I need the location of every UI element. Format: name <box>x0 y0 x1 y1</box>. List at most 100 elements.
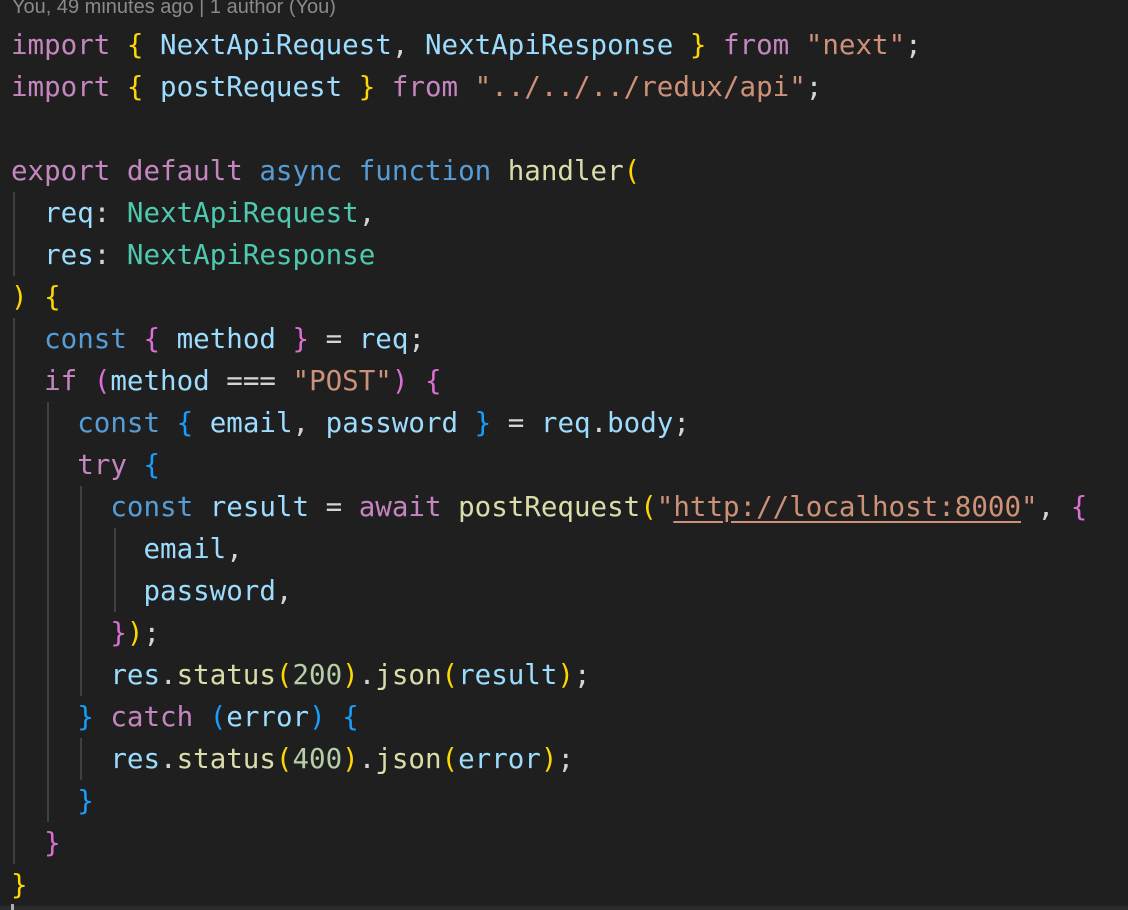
code-line[interactable]: const { method } = req; <box>11 318 1128 360</box>
indent-guide <box>13 822 15 864</box>
code-token: , <box>292 407 326 439</box>
code-token: export <box>11 155 111 187</box>
code-token: password <box>325 407 459 439</box>
code-token: await <box>358 491 442 523</box>
code-token: error <box>226 701 310 733</box>
code-token: 400 <box>292 743 343 775</box>
indent-guide <box>46 612 49 654</box>
code-token: ( <box>209 701 227 733</box>
indent-guide <box>80 612 82 654</box>
code-token: req <box>44 197 94 229</box>
git-blame-lens[interactable]: You, 49 minutes ago | 1 author (You) <box>12 0 336 20</box>
code-token: ; <box>805 71 823 103</box>
code-line[interactable]: }); <box>11 612 1128 654</box>
code-token: res <box>110 659 161 691</box>
code-line[interactable]: const result = await postRequest("http:/… <box>11 486 1128 528</box>
code-token: } <box>11 869 28 901</box>
code-line[interactable]: import { NextApiRequest, NextApiResponse… <box>11 24 1128 66</box>
code-token: } <box>77 785 94 817</box>
indent-guide <box>46 570 49 612</box>
code-line[interactable]: } catch (error) { <box>11 696 1128 738</box>
code-token: } <box>44 827 61 859</box>
code-token: ; <box>673 407 690 439</box>
code-line[interactable] <box>11 108 1128 150</box>
code-line[interactable]: password, <box>11 570 1128 612</box>
code-line[interactable]: } <box>11 822 1128 864</box>
indent-guide <box>46 696 49 738</box>
code-token: " <box>1021 491 1038 523</box>
code-token: NextApiResponse <box>424 29 674 61</box>
code-token: ; <box>573 659 591 691</box>
code-line[interactable]: const { email, password } = req.body; <box>11 402 1128 444</box>
code-token: result <box>209 491 310 523</box>
code-token: { <box>424 365 442 397</box>
code-token: . <box>160 743 177 775</box>
code-line[interactable]: res.status(200).json(result); <box>11 654 1128 696</box>
code-token: async <box>259 155 343 187</box>
code-token: default <box>126 155 243 187</box>
code-line[interactable]: export default async function handler( <box>11 150 1128 192</box>
code-token: . <box>590 407 608 439</box>
code-line[interactable]: } <box>11 780 1128 822</box>
code-line[interactable]: req: NextApiRequest, <box>11 192 1128 234</box>
code-token: { <box>44 281 61 313</box>
code-token: : <box>93 197 127 229</box>
code-line[interactable]: if (method === "POST") { <box>11 360 1128 402</box>
code-token: ( <box>623 155 641 187</box>
code-line[interactable]: } <box>11 864 1128 906</box>
code-token: = <box>309 491 359 523</box>
code-token: const <box>110 491 194 523</box>
indent-guide <box>13 486 15 528</box>
code-token: ; <box>143 617 161 649</box>
code-token: , <box>1037 491 1071 523</box>
code-line[interactable]: email, <box>11 528 1128 570</box>
indent-guide <box>80 486 82 528</box>
code-token: "next" <box>805 29 906 61</box>
code-line[interactable]: res: NextApiResponse <box>11 234 1128 276</box>
code-token[interactable]: http://localhost:8000 <box>673 491 1021 523</box>
code-token: { <box>126 71 144 103</box>
indent-guide <box>13 192 15 234</box>
code-token: ) <box>309 701 326 733</box>
indent-guide <box>46 780 49 822</box>
code-line[interactable]: ) { <box>11 276 1128 318</box>
code-token: if <box>44 365 78 397</box>
code-token: from <box>723 29 790 61</box>
code-token: . <box>358 659 376 691</box>
code-token: req <box>540 407 591 439</box>
code-token: === <box>209 365 293 397</box>
code-token: error <box>458 743 541 775</box>
code-token: json <box>375 743 442 775</box>
code-token: status <box>176 659 276 691</box>
code-editor[interactable]: You, 49 minutes ago | 1 author (You) imp… <box>0 0 1128 910</box>
indent-guide <box>113 528 116 570</box>
code-token: ; <box>557 743 574 775</box>
code-line[interactable]: try { <box>11 444 1128 486</box>
indent-guide <box>13 696 15 738</box>
code-token: NextApiRequest <box>160 29 392 61</box>
indent-guide <box>13 444 15 486</box>
code-line[interactable]: import { postRequest } from "../../../re… <box>11 66 1128 108</box>
code-token: ; <box>905 29 922 61</box>
code-line[interactable]: res.status(400).json(error); <box>11 738 1128 780</box>
code-token: ) <box>126 617 144 649</box>
indent-guide <box>13 234 15 276</box>
code-token: " <box>656 491 674 523</box>
code-token: status <box>176 743 276 775</box>
code-token: ) <box>342 743 359 775</box>
